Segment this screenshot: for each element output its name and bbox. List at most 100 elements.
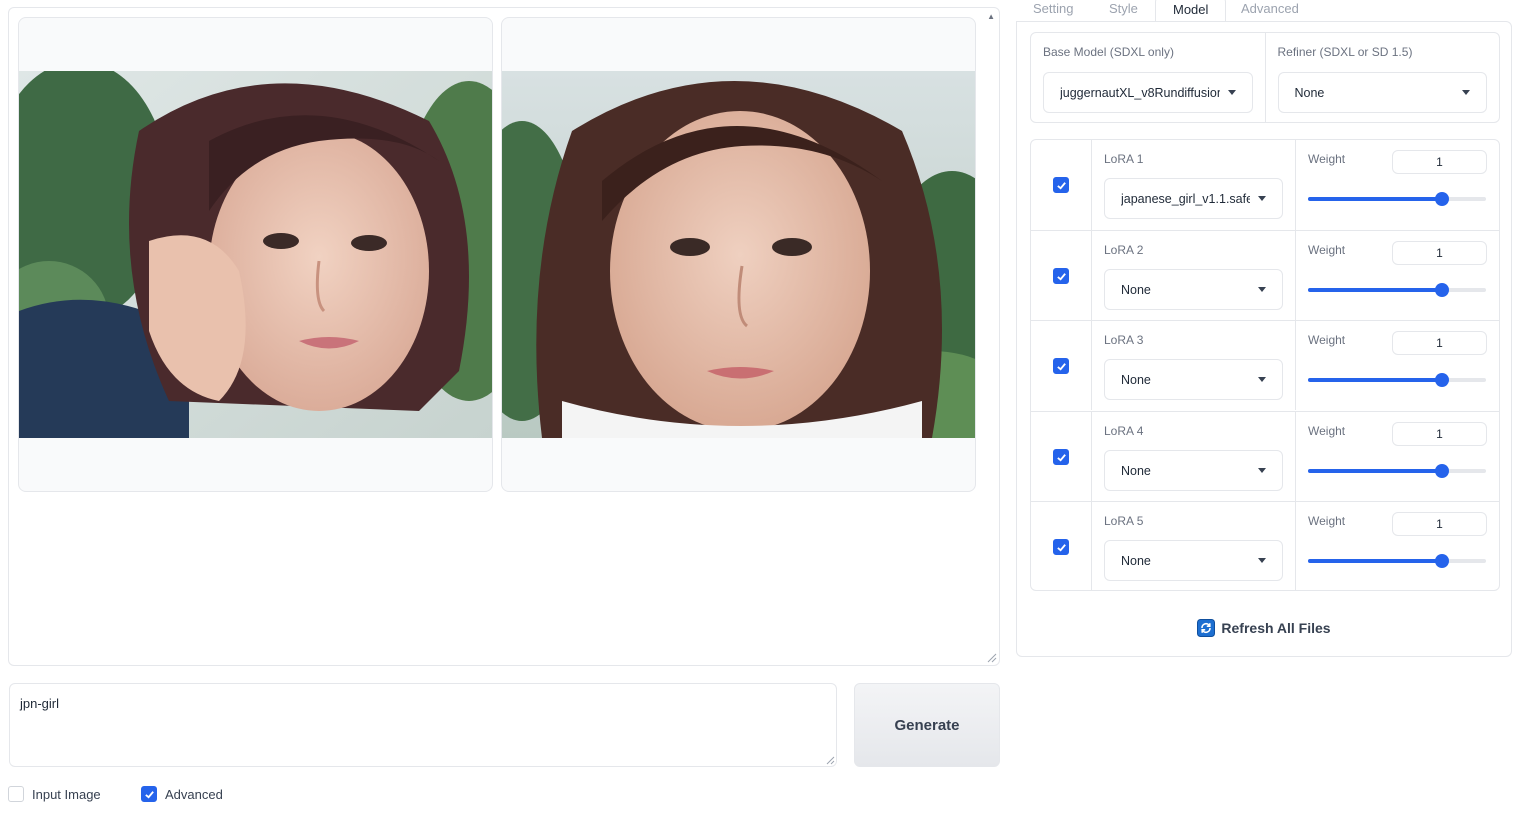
weight-number-input[interactable]: 1	[1392, 512, 1487, 536]
lora-model-cell: LoRA 2 None	[1092, 231, 1296, 320]
caret-down-icon	[1258, 377, 1266, 382]
textarea-resize-icon[interactable]	[826, 756, 835, 765]
lora-list: LoRA 1 japanese_girl_v1.1.safetensors Weig…	[1030, 139, 1500, 591]
lora-model-dropdown[interactable]: None	[1104, 359, 1283, 400]
weight-label: Weight	[1308, 424, 1346, 438]
lora-model-dropdown[interactable]: japanese_girl_v1.1.safetensors	[1104, 178, 1283, 219]
caret-down-icon	[1228, 90, 1236, 95]
slider-fill	[1308, 197, 1442, 201]
advanced-checkbox[interactable]: Advanced	[141, 786, 223, 802]
slider-fill	[1308, 559, 1442, 563]
generated-photo-1[interactable]	[19, 71, 492, 438]
lora-enable-checkbox[interactable]	[1053, 358, 1069, 374]
prompt-input[interactable]	[9, 683, 837, 767]
lora-weight-cell: Weight 1	[1296, 502, 1499, 590]
refiner-cell: Refiner (SDXL or SD 1.5) None	[1264, 33, 1500, 122]
refiner-dropdown[interactable]: None	[1277, 72, 1487, 113]
weight-slider[interactable]	[1308, 373, 1486, 387]
lora-model-cell: LoRA 3 None	[1092, 321, 1296, 410]
lora-enable-cell	[1031, 321, 1092, 410]
slider-thumb[interactable]	[1434, 464, 1449, 478]
tab-advanced[interactable]: Advanced	[1224, 0, 1316, 20]
input-image-label: Input Image	[32, 786, 101, 802]
caret-down-icon	[1258, 558, 1266, 563]
lora-enable-cell	[1031, 502, 1092, 590]
base-model-dropdown[interactable]: juggernautXL_v8Rundiffusion.safetensors	[1043, 72, 1253, 113]
lora-model-cell: LoRA 1 japanese_girl_v1.1.safetensors	[1092, 140, 1296, 230]
checkmark-icon	[1056, 362, 1066, 371]
generate-button[interactable]: Generate	[854, 683, 1000, 767]
slider-thumb[interactable]	[1434, 373, 1449, 387]
advanced-label: Advanced	[165, 786, 223, 802]
weight-label: Weight	[1308, 333, 1346, 347]
weight-slider[interactable]	[1308, 464, 1486, 478]
slider-thumb[interactable]	[1434, 283, 1449, 297]
slider-fill	[1308, 378, 1442, 382]
lora-label: LoRA 4	[1104, 424, 1144, 438]
weight-slider[interactable]	[1308, 283, 1486, 297]
caret-down-icon	[1461, 90, 1470, 95]
weight-number-input[interactable]: 1	[1392, 422, 1487, 446]
caret-down-icon	[1258, 468, 1266, 473]
lora-row-4: LoRA 4 None Weight 1	[1031, 411, 1499, 501]
slider-thumb[interactable]	[1434, 554, 1449, 568]
slider-fill	[1308, 288, 1442, 292]
lora-label: LoRA 2	[1104, 243, 1144, 257]
refresh-all-files-button[interactable]: Refresh All Files	[1017, 613, 1511, 643]
checkmark-icon	[1056, 272, 1066, 281]
lora-model-value: None	[1121, 553, 1151, 568]
base-model-label: Base Model (SDXL only)	[1043, 45, 1174, 59]
lora-enable-checkbox[interactable]	[1053, 268, 1069, 284]
image-gallery[interactable]: ▲	[8, 7, 1000, 666]
input-image-checkbox[interactable]: Input Image	[8, 786, 101, 802]
lora-model-value: None	[1121, 372, 1151, 387]
lora-model-dropdown[interactable]: None	[1104, 450, 1283, 491]
resize-grip-icon[interactable]	[987, 653, 997, 663]
lora-label: LoRA 1	[1104, 152, 1144, 166]
lora-enable-cell	[1031, 140, 1092, 230]
lora-label: LoRA 5	[1104, 514, 1144, 528]
weight-number-input[interactable]: 1	[1392, 241, 1487, 265]
lora-row-2: LoRA 2 None Weight 1	[1031, 230, 1499, 320]
refresh-label: Refresh All Files	[1221, 620, 1331, 636]
generated-photo-2[interactable]	[502, 71, 975, 438]
base-model-value: juggernautXL_v8Rundiffusion.safetensors	[1060, 85, 1220, 100]
lora-row-1: LoRA 1 japanese_girl_v1.1.safetensors Weig…	[1031, 140, 1499, 230]
lora-model-value: None	[1121, 282, 1151, 297]
tab-model[interactable]: Model	[1155, 0, 1227, 22]
checkmark-icon	[1056, 543, 1066, 552]
unchecked-box-icon[interactable]	[8, 786, 24, 802]
tab-setting[interactable]: Setting	[1016, 0, 1090, 20]
gallery-image-1[interactable]	[18, 17, 493, 492]
refiner-label: Refiner (SDXL or SD 1.5)	[1277, 45, 1413, 59]
slider-thumb[interactable]	[1434, 192, 1449, 206]
lora-weight-cell: Weight 1	[1296, 140, 1499, 230]
caret-down-icon	[1258, 196, 1266, 201]
lora-model-value: japanese_girl_v1.1.safetensors	[1121, 191, 1250, 206]
lora-model-cell: LoRA 4 None	[1092, 412, 1296, 501]
tab-style[interactable]: Style	[1092, 0, 1155, 20]
caret-down-icon	[1258, 287, 1266, 292]
lora-enable-checkbox[interactable]	[1053, 177, 1069, 193]
model-panel: Base Model (SDXL only) juggernautXL_v8Ru…	[1016, 21, 1512, 657]
weight-number-input[interactable]: 1	[1392, 150, 1487, 174]
weight-slider[interactable]	[1308, 554, 1486, 568]
gallery-image-2[interactable]	[501, 17, 976, 492]
weight-number-input[interactable]: 1	[1392, 331, 1487, 355]
lora-enable-checkbox[interactable]	[1053, 449, 1069, 465]
weight-label: Weight	[1308, 152, 1346, 166]
lora-enable-cell	[1031, 231, 1092, 320]
lora-model-value: None	[1121, 463, 1151, 478]
lora-enable-cell	[1031, 412, 1092, 501]
checkmark-icon[interactable]	[141, 786, 157, 802]
weight-label: Weight	[1308, 243, 1346, 257]
scroll-up-icon[interactable]: ▲	[987, 12, 995, 21]
lora-label: LoRA 3	[1104, 333, 1144, 347]
weight-slider[interactable]	[1308, 192, 1486, 206]
lora-enable-checkbox[interactable]	[1053, 539, 1069, 555]
lora-row-3: LoRA 3 None Weight 1	[1031, 320, 1499, 410]
lora-model-dropdown[interactable]: None	[1104, 269, 1283, 310]
lora-model-dropdown[interactable]: None	[1104, 540, 1283, 581]
model-selection: Base Model (SDXL only) juggernautXL_v8Ru…	[1030, 32, 1500, 123]
refresh-icon	[1197, 619, 1216, 637]
